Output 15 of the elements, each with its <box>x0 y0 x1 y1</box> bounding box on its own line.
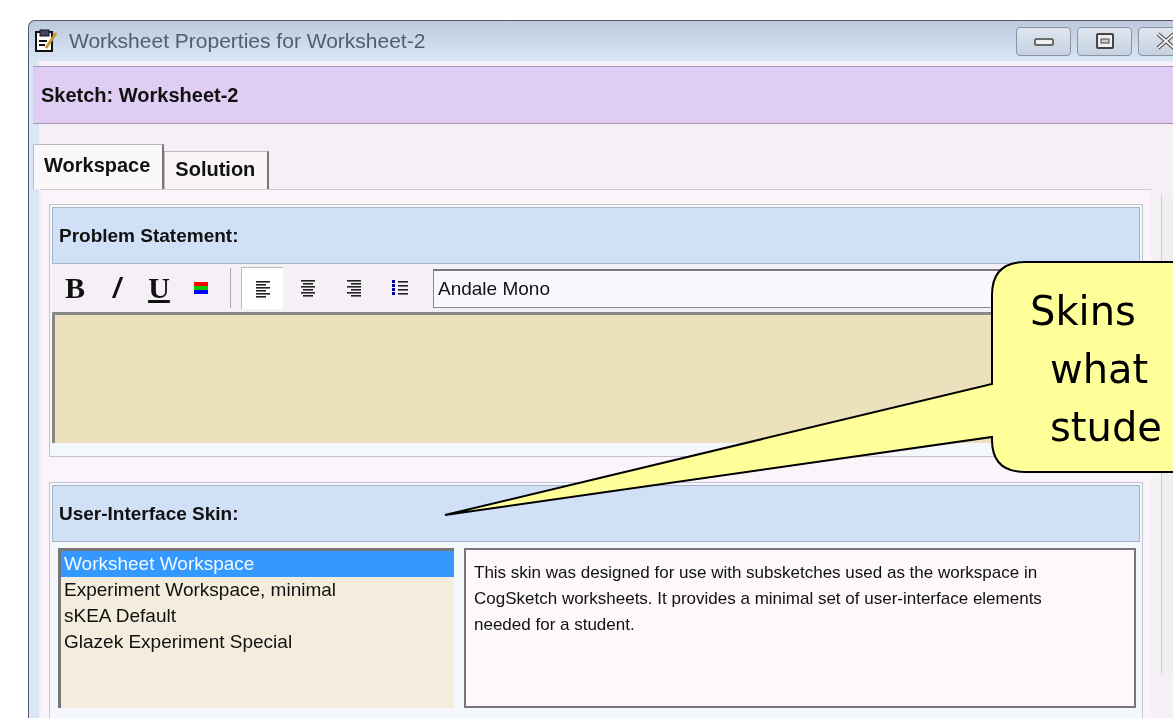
list-item[interactable]: Glazek Experiment Special <box>61 629 454 655</box>
section-heading: User-Interface Skin: <box>52 485 1140 542</box>
list-item[interactable]: Experiment Workspace, minimal <box>61 577 454 603</box>
sketch-header: Sketch: Worksheet-2 <box>33 66 1173 124</box>
callout-tooltip-text: what <box>1050 345 1149 394</box>
bold-button[interactable]: B <box>56 267 94 309</box>
italic-button[interactable]: / <box>98 267 136 309</box>
window-title: Worksheet Properties for Worksheet-2 <box>69 29 426 53</box>
tab[interactable]: Workspace <box>33 144 165 189</box>
description-text: This skin was designed for use with subsketches used as the workspace in CogSketch worksheets. It provides a minimal set of user-interface elements needed for a student. <box>474 562 1043 636</box>
tab[interactable]: Solution <box>164 151 270 189</box>
section-heading: Problem Statement: <box>52 207 1140 264</box>
underline-button[interactable]: U <box>140 267 178 309</box>
callout-tooltip-text: stude <box>1050 403 1162 452</box>
list-item[interactable]: sKEA Default <box>61 603 454 629</box>
